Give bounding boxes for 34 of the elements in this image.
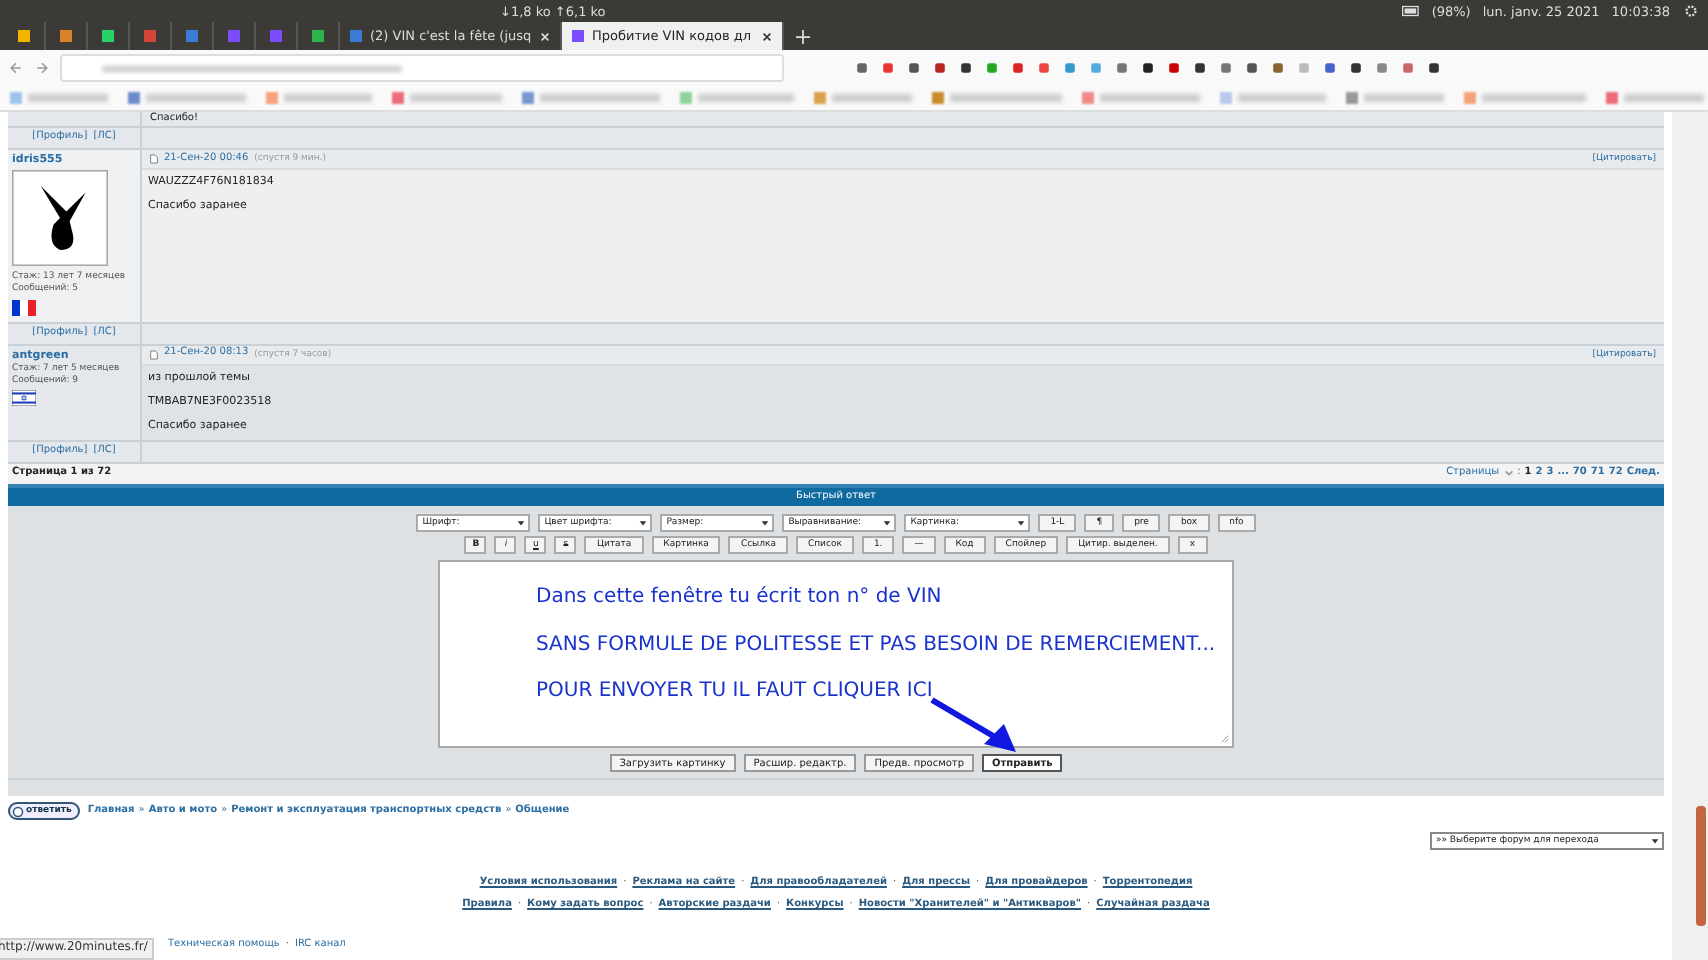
bookmark-item[interactable] <box>128 92 246 104</box>
new-tab-icon[interactable] <box>796 29 810 43</box>
caret-icon <box>1016 518 1027 529</box>
message-text: POUR ENVOYER TU IL FAUT CLIQUER ICI <box>536 680 935 704</box>
bookmark-item[interactable] <box>392 92 502 104</box>
bookmark-item[interactable] <box>1606 92 1704 104</box>
bookmark-item[interactable] <box>266 92 372 104</box>
settings-icon[interactable] <box>1682 4 1700 18</box>
bookmark-item[interactable] <box>1082 92 1200 104</box>
message-text: SANS FORMULE DE POLITESSE ET PAS BESOIN DE REMERCIEMENT... <box>536 633 1218 657</box>
message-field[interactable]: Dans cette fenêtre tu écrit ton n° de VIN SANS FORMULE DE POLITESSE ET PAS BESOIN DE REMERCIEMENT... POUR ENVOYER TU IL FAUT CLIQUER ICI <box>438 560 1234 749</box>
scrollbar-thumb[interactable] <box>1696 806 1706 926</box>
reply-icon <box>12 805 24 818</box>
close-icon[interactable] <box>762 31 772 41</box>
post-icon <box>150 349 158 360</box>
resize-grip-icon[interactable] <box>1220 734 1230 745</box>
bookmark-item[interactable] <box>522 92 660 104</box>
caret-icon <box>760 518 771 529</box>
caret-icon <box>516 518 527 529</box>
bookmark-item[interactable] <box>932 92 1062 104</box>
caret-icon <box>638 518 649 529</box>
arrow-annotation <box>928 696 1020 757</box>
bookmark-item[interactable] <box>1464 92 1586 104</box>
bookmark-item[interactable] <box>1346 92 1444 104</box>
battery-icon <box>1401 4 1420 18</box>
forward-icon[interactable] <box>34 60 50 76</box>
post-icon <box>150 154 158 164</box>
caret-icon <box>882 518 893 529</box>
message-text: Dans cette fenêtre tu écrit ton n° de VIN <box>536 586 944 610</box>
caret-icon[interactable] <box>1503 468 1514 479</box>
address-field[interactable] <box>60 54 784 82</box>
back-icon[interactable] <box>8 60 24 76</box>
bookmark-item[interactable] <box>814 92 912 104</box>
caret-icon <box>1650 836 1660 847</box>
